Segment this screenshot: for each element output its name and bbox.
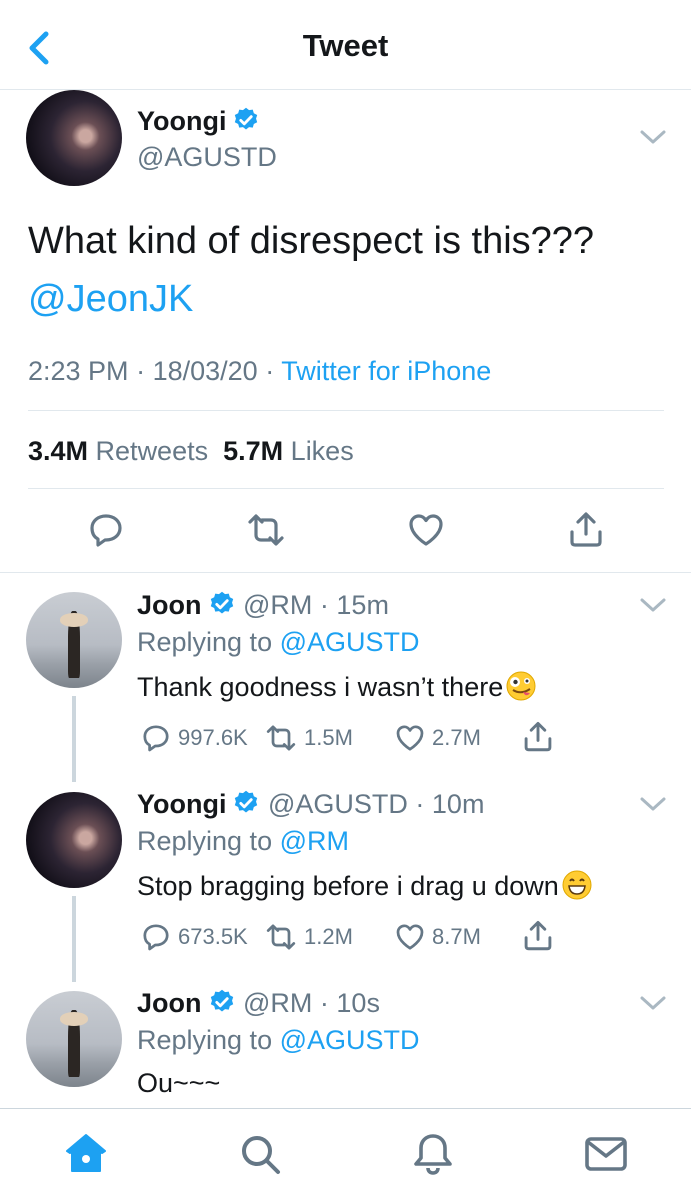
retweet-icon[interactable] (246, 510, 286, 550)
chevron-down-icon[interactable] (638, 595, 668, 615)
share-icon[interactable] (521, 720, 555, 754)
mention-link[interactable]: @JeonJK (28, 270, 668, 328)
replying-to: Replying to @AGUSTD (137, 627, 420, 657)
replying-to: Replying to @AGUSTD (137, 1025, 420, 1055)
notifications-bell-icon[interactable] (410, 1131, 456, 1177)
divider (28, 488, 664, 489)
retweet-count[interactable]: 1.5M (264, 722, 353, 754)
reply-text: Stop bragging before i drag u down (137, 869, 593, 902)
author-handle[interactable]: @AGUSTD (137, 142, 277, 173)
likes-link[interactable]: 5.7M Likes (223, 436, 354, 466)
tweet-text: What kind of disrespect is this??? @Jeon… (28, 212, 668, 328)
reply-icon (143, 924, 169, 951)
verified-badge-icon (210, 591, 233, 614)
like-heart-icon (396, 725, 424, 751)
retweets-link[interactable]: 3.4M Retweets (28, 436, 208, 466)
handle-time: @RM · 10s (243, 988, 380, 1018)
like-heart-icon[interactable] (406, 510, 446, 550)
like-count[interactable]: 2.7M (394, 722, 481, 754)
replying-to: Replying to @RM (137, 826, 350, 856)
header-bar: Tweet (0, 0, 691, 90)
chevron-down-icon[interactable] (638, 127, 668, 147)
thread-line (72, 896, 76, 982)
reply-header: Yoongi @AGUSTD · 10m (137, 789, 484, 820)
share-icon[interactable] (521, 919, 555, 953)
reply-header: Joon @RM · 10s (137, 988, 380, 1019)
share-icon[interactable] (566, 510, 606, 550)
handle-time: @AGUSTD · 10m (268, 789, 485, 819)
avatar[interactable] (26, 792, 122, 888)
tweet-time: 2:23 PM (28, 356, 129, 386)
reply-header: Joon @RM · 15m (137, 590, 389, 621)
mention-link[interactable]: @AGUSTD (280, 627, 420, 657)
author-name[interactable]: Joon (137, 988, 202, 1018)
retweet-icon (266, 924, 296, 950)
reply-count[interactable]: 673.5K (140, 921, 248, 953)
reply-icon (143, 725, 169, 752)
chevron-down-icon[interactable] (638, 993, 668, 1013)
author-name[interactable]: Joon (137, 590, 202, 620)
verified-badge-icon (210, 989, 233, 1012)
zany-face-emoji-icon (506, 671, 536, 701)
home-icon[interactable] (63, 1131, 109, 1177)
mention-link[interactable]: @AGUSTD (280, 1025, 420, 1055)
divider (28, 410, 664, 411)
messages-envelope-icon[interactable] (583, 1131, 629, 1177)
divider (0, 572, 691, 573)
reply-icon[interactable] (86, 510, 126, 550)
page-title: Tweet (302, 28, 389, 63)
chevron-down-icon[interactable] (638, 794, 668, 814)
retweet-count[interactable]: 1.2M (264, 921, 353, 953)
search-icon[interactable] (237, 1131, 283, 1177)
tweet-meta: 2:23 PM · 18/03/20 · Twitter for iPhone (28, 356, 492, 386)
author-name[interactable]: Yoongi (137, 106, 260, 137)
engagement-counts: 3.4M Retweets 5.7M Likes (28, 436, 354, 467)
reply-text: Ou~~~ (137, 1068, 221, 1098)
source-link[interactable]: Twitter for iPhone (281, 356, 491, 386)
verified-badge-icon (235, 790, 258, 813)
thread-line (72, 696, 76, 782)
avatar[interactable] (26, 90, 122, 186)
handle-time: @RM · 15m (243, 590, 389, 620)
like-heart-icon (396, 924, 424, 950)
reply-text: Thank goodness i wasn’t there (137, 670, 537, 703)
grinning-face-emoji-icon (562, 870, 592, 900)
reply-count[interactable]: 997.6K (140, 722, 248, 754)
retweet-icon (266, 725, 296, 751)
bottom-tab-bar (0, 1108, 691, 1200)
verified-badge-icon (235, 107, 258, 130)
author-name[interactable]: Yoongi (137, 789, 226, 819)
avatar[interactable] (26, 991, 122, 1087)
like-count[interactable]: 8.7M (394, 921, 481, 953)
avatar[interactable] (26, 592, 122, 688)
mention-link[interactable]: @RM (280, 826, 349, 856)
tweet-date: 18/03/20 (152, 356, 258, 386)
